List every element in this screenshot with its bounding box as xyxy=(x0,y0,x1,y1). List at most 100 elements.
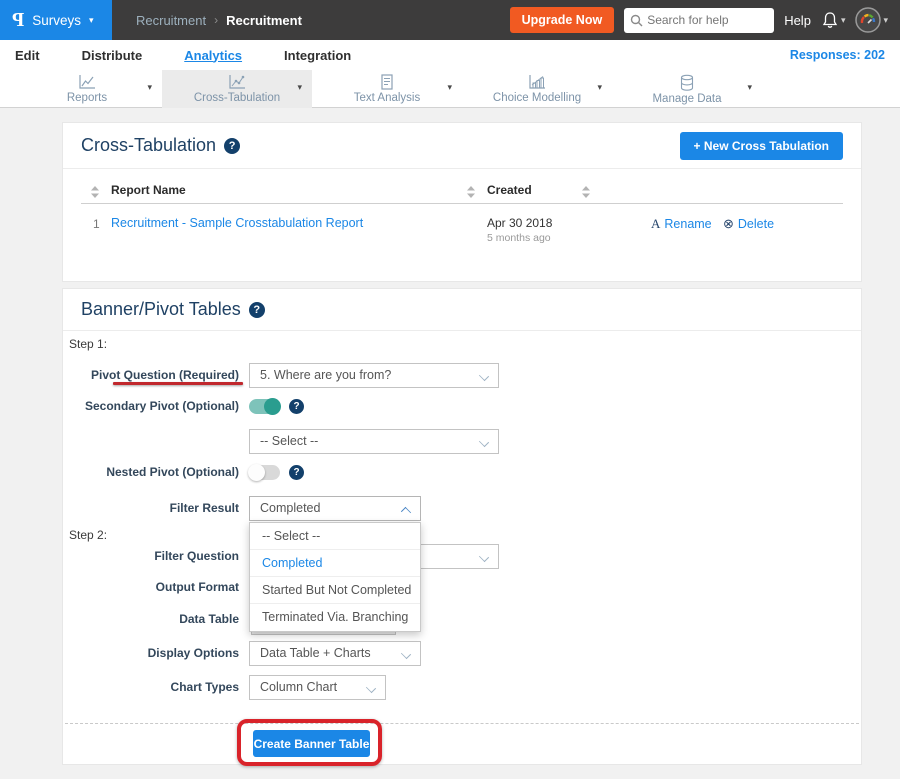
help-icon[interactable]: ? xyxy=(224,138,240,154)
filter-result-select[interactable]: Completed xyxy=(249,496,421,521)
created-date: Apr 30 2018 xyxy=(487,216,552,230)
help-search[interactable] xyxy=(624,8,774,33)
sort-icon[interactable] xyxy=(582,185,590,203)
delete-icon: ⊗ xyxy=(723,216,734,232)
chevron-down-icon xyxy=(479,371,489,381)
report-link[interactable]: Recruitment - Sample Crosstabulation Rep… xyxy=(111,216,363,230)
tab-text-analysis[interactable]: Text Analysis ▾ xyxy=(312,70,462,108)
help-icon[interactable]: ? xyxy=(249,302,265,318)
chevron-down-icon xyxy=(366,683,376,693)
new-cross-tabulation-button[interactable]: + New Cross Tabulation xyxy=(680,132,843,160)
nav-analytics[interactable]: Analytics xyxy=(184,48,242,63)
breadcrumb-parent[interactable]: Recruitment xyxy=(136,13,206,28)
avatar xyxy=(855,7,881,33)
chart-types-select[interactable]: Column Chart xyxy=(249,675,386,700)
option-select[interactable]: -- Select -- xyxy=(250,523,420,550)
upgrade-now-button[interactable]: Upgrade Now xyxy=(510,7,615,33)
nested-pivot-label: Nested Pivot (Optional) xyxy=(63,460,239,485)
output-format-label: Output Format xyxy=(63,575,239,600)
filter-result-label: Filter Result xyxy=(63,496,239,521)
questionpro-logo-icon: P xyxy=(12,9,24,32)
option-terminated-branching[interactable]: Terminated Via. Branching xyxy=(250,604,420,631)
help-icon[interactable]: ? xyxy=(289,399,304,414)
tab-label: Manage Data xyxy=(652,93,721,105)
display-options-value: Data Table + Charts xyxy=(260,646,371,660)
nav-edit[interactable]: Edit xyxy=(15,48,40,63)
surveys-menu[interactable]: P Surveys ▾ xyxy=(0,0,112,40)
chevron-down-icon[interactable]: ▾ xyxy=(297,82,302,93)
tab-manage-data[interactable]: Manage Data ▾ xyxy=(612,70,762,108)
filter-result-value: Completed xyxy=(260,501,320,515)
option-completed[interactable]: Completed xyxy=(250,550,420,577)
responses-count[interactable]: Responses: 202 xyxy=(790,48,885,62)
chevron-down-icon xyxy=(479,437,489,447)
chevron-down-icon: ▾ xyxy=(89,15,94,26)
tab-cross-tabulation[interactable]: Cross-Tabulation ▾ xyxy=(162,70,312,108)
display-options-select[interactable]: Data Table + Charts xyxy=(249,641,421,666)
delete-button[interactable]: ⊗ Delete xyxy=(723,216,774,232)
chevron-down-icon xyxy=(479,552,489,562)
nested-pivot-toggle[interactable] xyxy=(249,465,280,480)
pivot-question-value: 5. Where are you from? xyxy=(260,368,391,382)
nav-integration[interactable]: Integration xyxy=(284,48,351,63)
search-input[interactable] xyxy=(647,13,767,27)
created-ago: 5 months ago xyxy=(487,232,551,244)
chevron-up-icon xyxy=(401,507,411,517)
help-link[interactable]: Help xyxy=(784,13,811,28)
document-icon xyxy=(379,74,395,91)
secondary-pivot-label: Secondary Pivot (Optional) xyxy=(63,394,239,419)
chart-types-label: Chart Types xyxy=(63,675,239,700)
analytics-tabbar: Reports ▾ Cross-Tabulation ▾ Text Analys… xyxy=(0,70,900,108)
cross-tabulation-title: Cross-Tabulation xyxy=(81,135,216,156)
tab-label: Reports xyxy=(67,92,107,104)
section-title: Banner/Pivot Tables ? xyxy=(81,299,265,320)
chevron-down-icon[interactable]: ▾ xyxy=(447,82,452,93)
search-icon xyxy=(630,14,643,27)
step1-label: Step 1: xyxy=(69,337,107,351)
breadcrumb-current: Recruitment xyxy=(226,13,302,28)
section-title: Cross-Tabulation ? xyxy=(81,135,240,156)
row-index: 1 xyxy=(93,217,100,231)
divider xyxy=(81,203,843,204)
chevron-down-icon: ▾ xyxy=(883,15,888,26)
secondary-pivot-value: -- Select -- xyxy=(260,434,318,448)
tab-choice-modelling[interactable]: Choice Modelling ▾ xyxy=(462,70,612,108)
sort-icon[interactable] xyxy=(91,185,99,203)
tab-label: Cross-Tabulation xyxy=(194,92,280,104)
secondary-pivot-select[interactable]: -- Select -- xyxy=(249,429,499,454)
step2-label: Step 2: xyxy=(69,528,107,542)
red-underline-annotation xyxy=(113,382,243,385)
option-started-not-completed[interactable]: Started But Not Completed xyxy=(250,577,420,604)
line-chart-icon xyxy=(77,74,97,91)
tab-label: Text Analysis xyxy=(354,92,420,104)
top-navbar: P Surveys ▾ Recruitment › Recruitment Up… xyxy=(0,0,900,40)
chevron-down-icon[interactable]: ▾ xyxy=(597,82,602,93)
breadcrumb-separator-icon: › xyxy=(214,13,218,27)
bar-chart-icon xyxy=(527,74,547,91)
secondary-pivot-toggle[interactable] xyxy=(249,399,280,414)
filter-question-label: Filter Question xyxy=(63,544,239,569)
data-table-label: Data Table xyxy=(63,607,239,632)
sort-icon[interactable] xyxy=(467,185,475,203)
chevron-down-icon[interactable]: ▾ xyxy=(747,82,752,93)
column-header-created[interactable]: Created xyxy=(487,183,532,197)
display-options-label: Display Options xyxy=(63,641,239,666)
chevron-down-icon[interactable]: ▾ xyxy=(147,82,152,93)
surveys-label: Surveys xyxy=(32,13,81,28)
notifications-button[interactable]: ▾ xyxy=(821,11,846,30)
tab-label: Choice Modelling xyxy=(493,92,581,104)
rename-button[interactable]: A Rename xyxy=(651,216,712,232)
banner-pivot-title: Banner/Pivot Tables xyxy=(81,299,241,320)
dashed-divider xyxy=(65,723,859,724)
nav-distribute[interactable]: Distribute xyxy=(82,48,143,63)
scatter-chart-icon xyxy=(227,74,247,91)
chart-types-value: Column Chart xyxy=(260,680,337,694)
pivot-question-select[interactable]: 5. Where are you from? xyxy=(249,363,499,388)
column-header-report-name[interactable]: Report Name xyxy=(111,183,186,197)
database-icon xyxy=(678,74,696,92)
account-menu[interactable]: ▾ xyxy=(855,7,888,33)
tab-reports[interactable]: Reports ▾ xyxy=(12,70,162,108)
cross-tabulation-card: Cross-Tabulation ? + New Cross Tabulatio… xyxy=(62,122,862,282)
help-icon[interactable]: ? xyxy=(289,465,304,480)
create-banner-table-button[interactable]: Create Banner Table xyxy=(253,730,370,757)
